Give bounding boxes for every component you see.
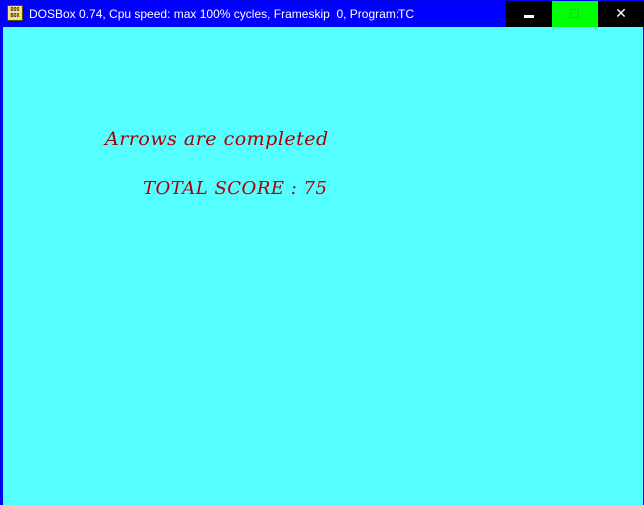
- minimize-button[interactable]: [506, 1, 552, 27]
- window-title: DOSBox 0.74, Cpu speed: max 100% cycles,…: [29, 7, 400, 21]
- title-bar[interactable]: DOS BOX DOSBox 0.74, Cpu speed: max 100% …: [1, 1, 644, 27]
- dosbox-icon[interactable]: DOS BOX: [7, 5, 23, 21]
- maximize-button[interactable]: [552, 1, 598, 27]
- dosbox-window: DOS BOX DOSBox 0.74, Cpu speed: max 100% …: [0, 0, 644, 505]
- maximize-icon: [570, 9, 579, 18]
- close-icon: ✕: [615, 6, 627, 22]
- minimize-icon: [524, 15, 534, 18]
- arrows-completed-message: Arrows are completed: [105, 128, 329, 150]
- dos-screen[interactable]: Arrows are completed TOTAL SCORE : 75: [3, 27, 643, 505]
- total-score-text: TOTAL SCORE : 75: [143, 178, 328, 199]
- program-name: TC: [398, 7, 414, 21]
- close-button[interactable]: ✕: [598, 1, 644, 27]
